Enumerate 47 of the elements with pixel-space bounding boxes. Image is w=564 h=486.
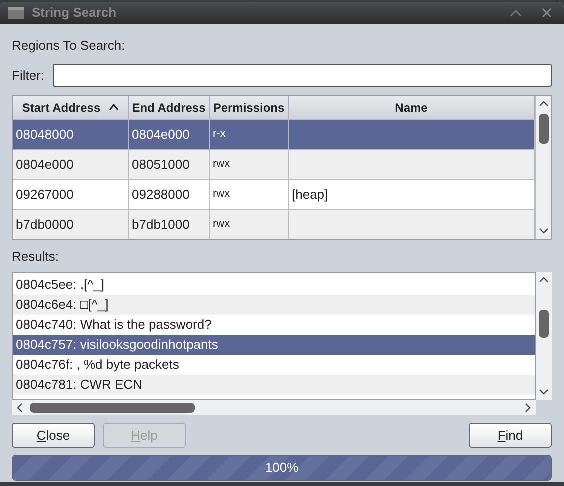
column-header[interactable]: Permissions — [210, 96, 289, 119]
dialog-button[interactable]: Close — [12, 423, 95, 448]
window-title: String Search — [32, 4, 117, 22]
table-cell-text: 09267000 — [16, 186, 74, 204]
scroll-thumb[interactable] — [30, 402, 195, 412]
table-cell-text: b7db0000 — [16, 216, 74, 234]
scroll-down-icon[interactable] — [539, 388, 549, 396]
scroll-down-icon[interactable] — [538, 227, 548, 235]
table-cell-text: b7db1000 — [132, 216, 190, 234]
result-item[interactable]: 0804c781: CWR ECN — [13, 375, 535, 395]
vertical-scrollbar[interactable] — [536, 272, 552, 400]
dialog-button[interactable]: Find — [469, 423, 552, 448]
column-header[interactable]: Start Address — [13, 96, 129, 119]
scroll-left-icon[interactable] — [16, 402, 24, 412]
column-header[interactable]: Name — [289, 96, 535, 119]
regions-label: Regions To Search: — [12, 37, 126, 54]
table-row[interactable]: 0804e000 08051000 rwx — [13, 149, 535, 179]
maximize-icon[interactable] — [510, 9, 522, 17]
table-cell-text: [heap] — [292, 186, 328, 204]
result-item[interactable]: 0804c757: visilooksgoodinhotpants — [13, 335, 535, 355]
table-cell-text: rwx — [213, 157, 230, 172]
column-header[interactable]: End Address — [129, 96, 210, 119]
table-cell-text: rwx — [213, 217, 230, 232]
table-row[interactable]: 09267000 09288000 rwx [heap] — [13, 179, 535, 209]
table-cell-text: 0804e000 — [132, 126, 190, 144]
horizontal-scrollbar[interactable] — [12, 400, 536, 415]
table-cell-text: 0804e000 — [16, 156, 74, 174]
result-item[interactable]: 0804c6e4: □[^_] — [13, 295, 535, 315]
table-row[interactable]: 08048000 0804e000 r-x — [13, 119, 535, 149]
window-icon — [8, 7, 24, 19]
scroll-up-icon[interactable] — [538, 100, 548, 108]
progress-reading: 100% — [265, 459, 299, 478]
scroll-thumb[interactable] — [539, 310, 549, 338]
vertical-scrollbar[interactable] — [535, 96, 551, 239]
table-cell-text: 09288000 — [132, 186, 190, 204]
scroll-up-icon[interactable] — [539, 276, 549, 284]
filter-label: Filter: — [12, 66, 44, 85]
filter-field[interactable] — [52, 64, 552, 87]
table-cell-text: 08048000 — [16, 126, 74, 144]
results-label: Results: — [12, 248, 60, 265]
table-cell-text: r-x — [213, 127, 226, 142]
scroll-thumb[interactable] — [538, 114, 548, 144]
table-row[interactable]: b7db0000 b7db1000 rwx — [13, 209, 535, 239]
scroll-right-icon[interactable] — [524, 402, 532, 412]
table-cell-text: rwx — [213, 187, 230, 202]
close-icon[interactable] — [542, 8, 552, 18]
table-cell-text: 08051000 — [132, 156, 190, 174]
